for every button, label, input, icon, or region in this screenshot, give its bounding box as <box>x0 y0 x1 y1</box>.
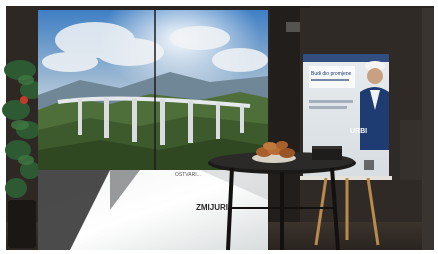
screen-caption: OSTVARI... <box>175 172 201 178</box>
screen-logo: ZMIJURI <box>196 203 228 212</box>
scene-svg: OSTVARI... ZMIJURI Budi dio promjene URB… <box>0 0 438 254</box>
video-wall: OSTVARI... ZMIJURI <box>38 10 268 250</box>
banner-heading: Budi dio promjene <box>311 71 352 77</box>
photo-scene: OSTVARI... ZMIJURI Budi dio promjene URB… <box>0 0 438 254</box>
exit-sign <box>286 22 302 32</box>
plant-pot <box>8 200 36 248</box>
right-post <box>422 8 434 250</box>
banner-logo: URBI <box>350 128 367 135</box>
red-flower <box>20 96 28 104</box>
qr-code <box>364 160 374 170</box>
